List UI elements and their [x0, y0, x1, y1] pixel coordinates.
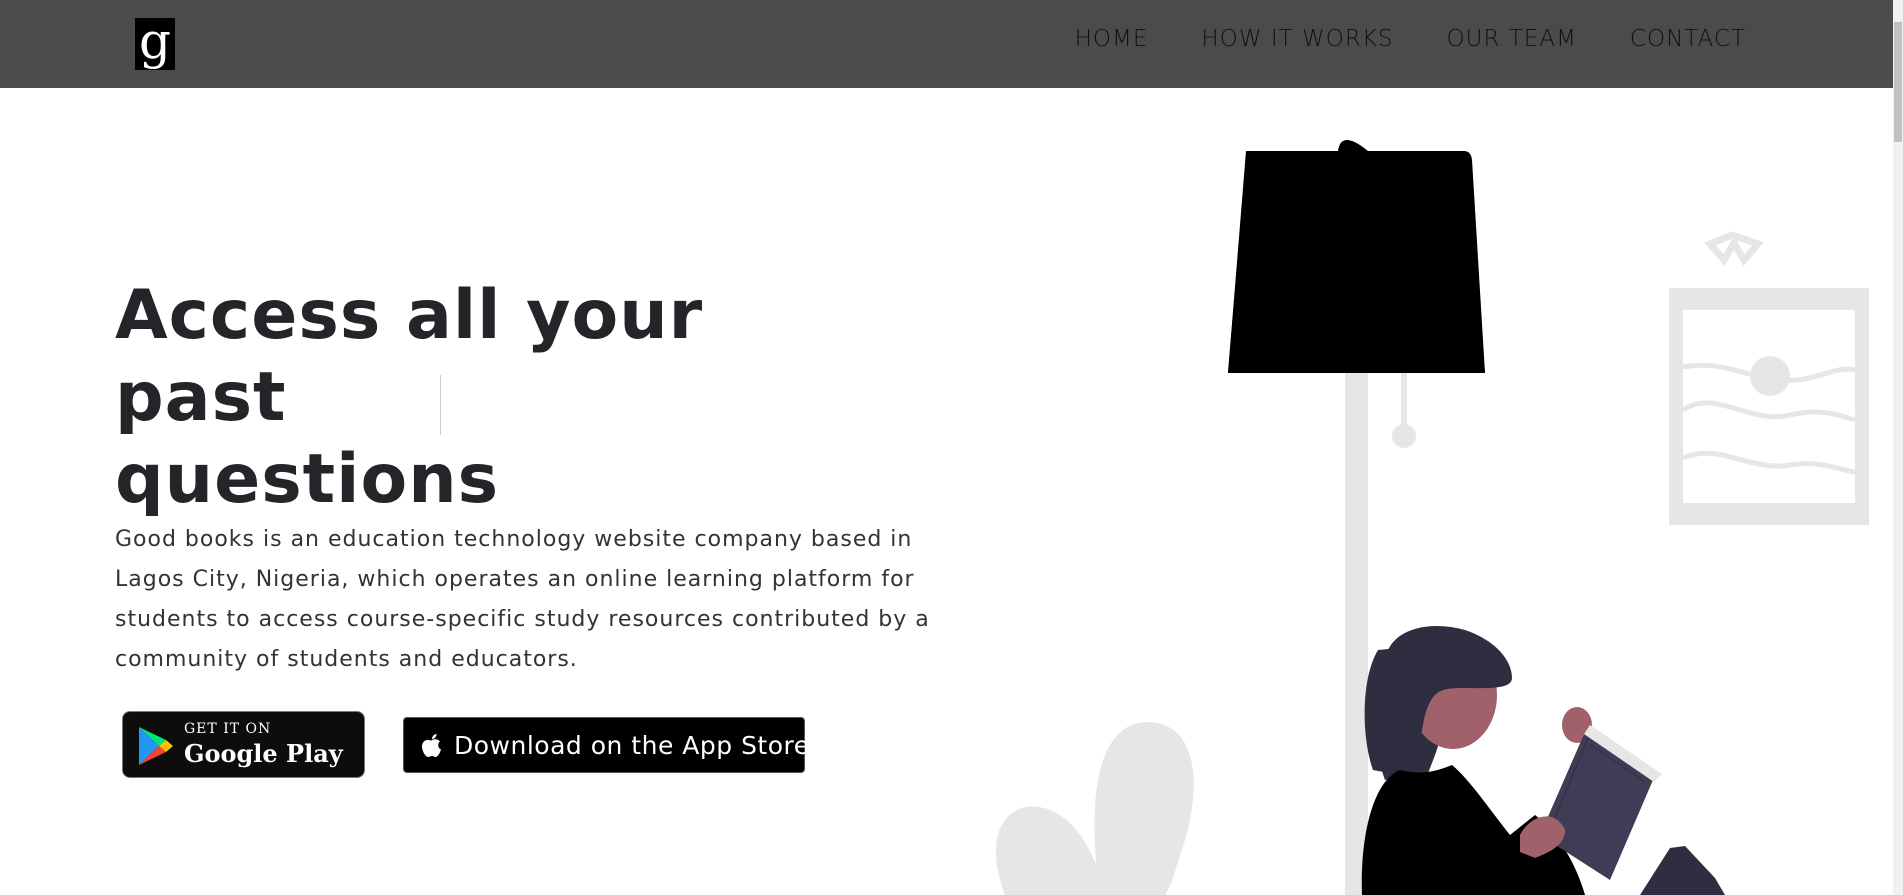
- hero-title-line-1: Access all your past: [115, 276, 704, 437]
- hero-title: Access all your past questions: [115, 275, 835, 521]
- google-play-big-text: Google Play: [184, 739, 343, 768]
- logo[interactable]: g: [135, 18, 175, 70]
- woman-reading: [1361, 625, 1725, 895]
- navbar: g HOME HOW IT WORKS OUR TEAM CONTACT: [0, 0, 1893, 88]
- scrollbar-thumb[interactable]: [1894, 22, 1902, 142]
- plant-leaves: [995, 721, 1194, 895]
- wall-frame: [1669, 231, 1869, 525]
- nav-link-contact[interactable]: CONTACT: [1630, 26, 1746, 52]
- page-scrollbar[interactable]: [1893, 0, 1903, 895]
- typing-cursor: [440, 375, 441, 435]
- hero-description: Good books is an education technology we…: [115, 527, 930, 672]
- app-store-badge[interactable]: Download on the App Store: [403, 717, 809, 773]
- nav-link-our-team[interactable]: OUR TEAM: [1447, 26, 1577, 52]
- google-play-icon: [139, 727, 173, 765]
- nav-link-how-it-works[interactable]: HOW IT WORKS: [1201, 26, 1393, 52]
- google-play-small-text: GET IT ON: [184, 721, 272, 737]
- app-store-label: Download on the App Store: [454, 731, 810, 760]
- nav-link-home[interactable]: HOME: [1075, 26, 1149, 52]
- google-play-badge[interactable]: GET IT ON Google Play: [122, 711, 365, 778]
- hero-title-line-2: questions: [115, 440, 500, 519]
- reading-woman-illustration: [995, 140, 1869, 895]
- nav-links: HOME HOW IT WORKS OUR TEAM CONTACT: [1075, 26, 1746, 52]
- apple-icon: [422, 734, 441, 757]
